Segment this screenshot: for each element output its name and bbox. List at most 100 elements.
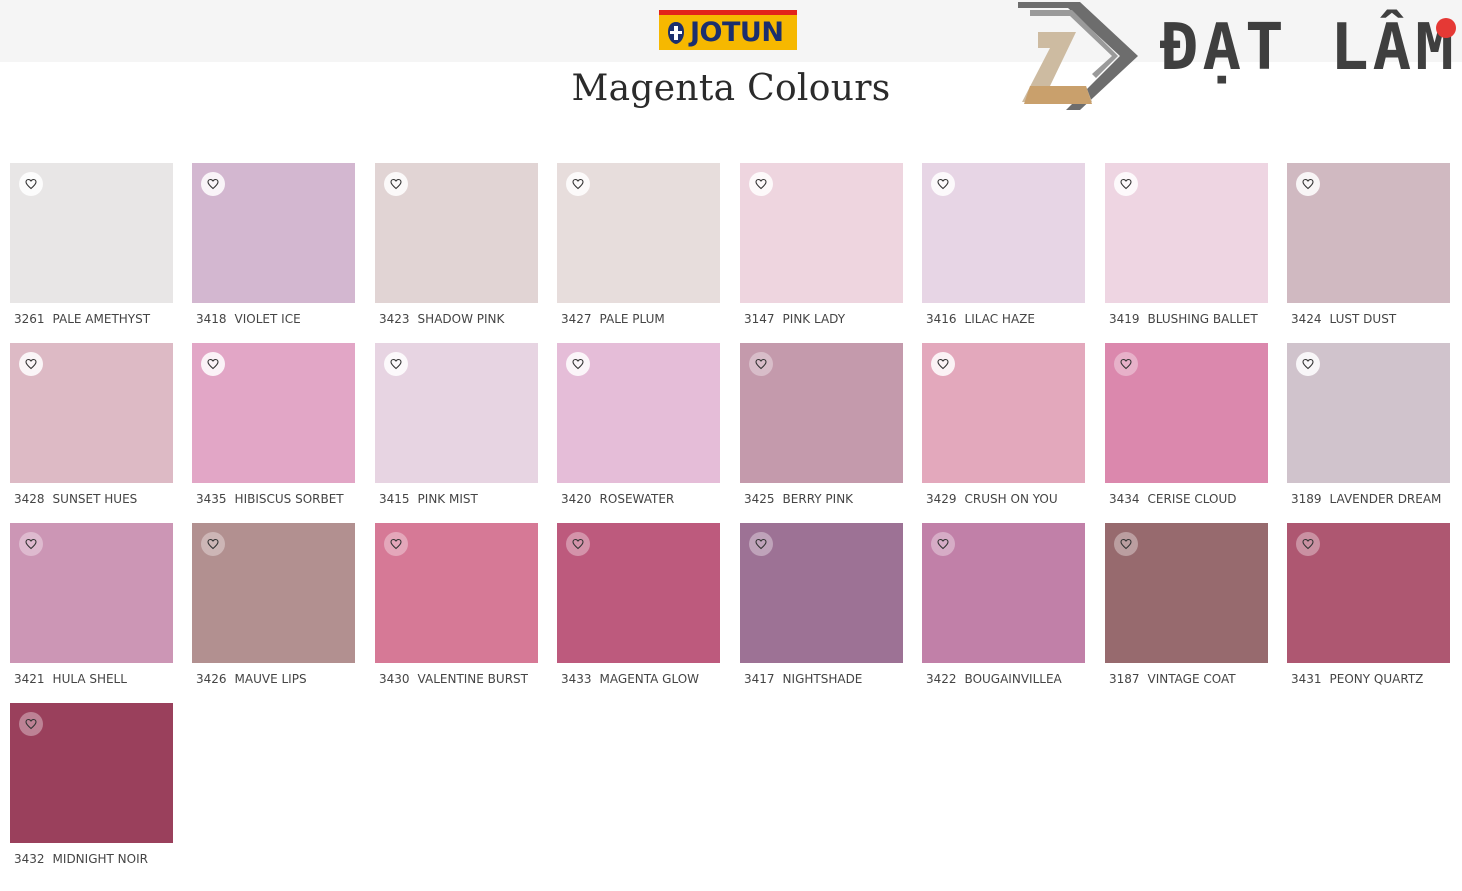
colour-label[interactable]: 3425 BERRY PINK [744, 492, 853, 506]
colour-label[interactable]: 3435 HIBISCUS SORBET [196, 492, 344, 506]
colour-swatch[interactable] [557, 523, 720, 663]
colour-card[interactable]: 3147 PINK LADY [740, 163, 903, 338]
heart-icon[interactable] [384, 532, 408, 556]
colour-swatch[interactable] [922, 523, 1085, 663]
heart-icon[interactable] [384, 172, 408, 196]
colour-card[interactable]: 3417 NIGHTSHADE [740, 523, 903, 698]
colour-swatch[interactable] [740, 163, 903, 303]
colour-swatch[interactable] [1105, 343, 1268, 483]
colour-card[interactable]: 3422 BOUGAINVILLEA [922, 523, 1085, 698]
colour-swatch[interactable] [1287, 523, 1450, 663]
colour-swatch[interactable] [1287, 343, 1450, 483]
colour-card[interactable]: 3427 PALE PLUM [557, 163, 720, 338]
colour-swatch[interactable] [192, 163, 355, 303]
heart-icon[interactable] [566, 532, 590, 556]
colour-swatch[interactable] [375, 523, 538, 663]
colour-swatch[interactable] [375, 343, 538, 483]
colour-label[interactable]: 3420 ROSEWATER [561, 492, 674, 506]
heart-icon[interactable] [931, 532, 955, 556]
colour-swatch[interactable] [10, 703, 173, 843]
heart-icon[interactable] [749, 172, 773, 196]
colour-swatch[interactable] [10, 523, 173, 663]
heart-icon[interactable] [1114, 172, 1138, 196]
colour-label[interactable]: 3429 CRUSH ON YOU [926, 492, 1058, 506]
colour-label[interactable]: 3427 PALE PLUM [561, 312, 665, 326]
colour-card[interactable]: 3431 PEONY QUARTZ [1287, 523, 1450, 698]
colour-swatch[interactable] [375, 163, 538, 303]
colour-swatch[interactable] [192, 523, 355, 663]
colour-card[interactable]: 3189 LAVENDER DREAM [1287, 343, 1450, 518]
colour-label[interactable]: 3415 PINK MIST [379, 492, 478, 506]
heart-icon[interactable] [201, 172, 225, 196]
colour-card[interactable]: 3425 BERRY PINK [740, 343, 903, 518]
colour-card[interactable]: 3419 BLUSHING BALLET [1105, 163, 1268, 338]
colour-swatch[interactable] [922, 163, 1085, 303]
colour-card[interactable]: 3418 VIOLET ICE [192, 163, 355, 338]
colour-label[interactable]: 3433 MAGENTA GLOW [561, 672, 699, 686]
colour-label[interactable]: 3428 SUNSET HUES [14, 492, 137, 506]
colour-card[interactable]: 3434 CERISE CLOUD [1105, 343, 1268, 518]
colour-card[interactable]: 3187 VINTAGE COAT [1105, 523, 1268, 698]
heart-icon[interactable] [1114, 352, 1138, 376]
heart-icon[interactable] [384, 352, 408, 376]
colour-card[interactable]: 3420 ROSEWATER [557, 343, 720, 518]
colour-label[interactable]: 3421 HULA SHELL [14, 672, 127, 686]
heart-icon[interactable] [1296, 172, 1320, 196]
colour-label[interactable]: 3261 PALE AMETHYST [14, 312, 150, 326]
colour-label[interactable]: 3189 LAVENDER DREAM [1291, 492, 1441, 506]
colour-card[interactable]: 3423 SHADOW PINK [375, 163, 538, 338]
colour-swatch[interactable] [192, 343, 355, 483]
colour-swatch[interactable] [740, 343, 903, 483]
heart-icon[interactable] [19, 532, 43, 556]
colour-swatch[interactable] [557, 163, 720, 303]
heart-icon[interactable] [201, 532, 225, 556]
colour-label[interactable]: 3432 MIDNIGHT NOIR [14, 852, 148, 866]
heart-icon[interactable] [19, 172, 43, 196]
colour-card[interactable]: 3421 HULA SHELL [10, 523, 173, 698]
colour-card[interactable]: 3428 SUNSET HUES [10, 343, 173, 518]
colour-label[interactable]: 3430 VALENTINE BURST [379, 672, 528, 686]
heart-icon[interactable] [19, 712, 43, 736]
colour-card[interactable]: 3415 PINK MIST [375, 343, 538, 518]
colour-label[interactable]: 3416 LILAC HAZE [926, 312, 1035, 326]
heart-icon[interactable] [1114, 532, 1138, 556]
colour-swatch[interactable] [1105, 163, 1268, 303]
colour-label[interactable]: 3147 PINK LADY [744, 312, 845, 326]
colour-swatch[interactable] [1287, 163, 1450, 303]
colour-swatch[interactable] [1105, 523, 1268, 663]
colour-label[interactable]: 3187 VINTAGE COAT [1109, 672, 1236, 686]
heart-icon[interactable] [931, 172, 955, 196]
colour-label[interactable]: 3431 PEONY QUARTZ [1291, 672, 1423, 686]
heart-icon[interactable] [19, 352, 43, 376]
colour-swatch[interactable] [10, 343, 173, 483]
colour-label[interactable]: 3424 LUST DUST [1291, 312, 1396, 326]
colour-swatch[interactable] [10, 163, 173, 303]
colour-swatch[interactable] [557, 343, 720, 483]
heart-icon[interactable] [749, 352, 773, 376]
colour-card[interactable]: 3432 MIDNIGHT NOIR [10, 703, 173, 878]
colour-swatch[interactable] [922, 343, 1085, 483]
colour-card[interactable]: 3416 LILAC HAZE [922, 163, 1085, 338]
colour-card[interactable]: 3424 LUST DUST [1287, 163, 1450, 338]
colour-card[interactable]: 3433 MAGENTA GLOW [557, 523, 720, 698]
colour-card[interactable]: 3429 CRUSH ON YOU [922, 343, 1085, 518]
colour-label[interactable]: 3419 BLUSHING BALLET [1109, 312, 1258, 326]
colour-swatch[interactable] [740, 523, 903, 663]
colour-card[interactable]: 3261 PALE AMETHYST [10, 163, 173, 338]
colour-label[interactable]: 3422 BOUGAINVILLEA [926, 672, 1062, 686]
colour-label[interactable]: 3434 CERISE CLOUD [1109, 492, 1237, 506]
heart-icon[interactable] [566, 352, 590, 376]
heart-icon[interactable] [1296, 532, 1320, 556]
heart-icon[interactable] [749, 532, 773, 556]
colour-card[interactable]: 3426 MAUVE LIPS [192, 523, 355, 698]
colour-card[interactable]: 3430 VALENTINE BURST [375, 523, 538, 698]
heart-icon[interactable] [566, 172, 590, 196]
heart-icon[interactable] [1296, 352, 1320, 376]
colour-label[interactable]: 3423 SHADOW PINK [379, 312, 504, 326]
jotun-logo[interactable]: JOTUN [659, 10, 797, 50]
heart-icon[interactable] [931, 352, 955, 376]
colour-label[interactable]: 3417 NIGHTSHADE [744, 672, 862, 686]
heart-icon[interactable] [201, 352, 225, 376]
colour-label[interactable]: 3418 VIOLET ICE [196, 312, 301, 326]
colour-card[interactable]: 3435 HIBISCUS SORBET [192, 343, 355, 518]
